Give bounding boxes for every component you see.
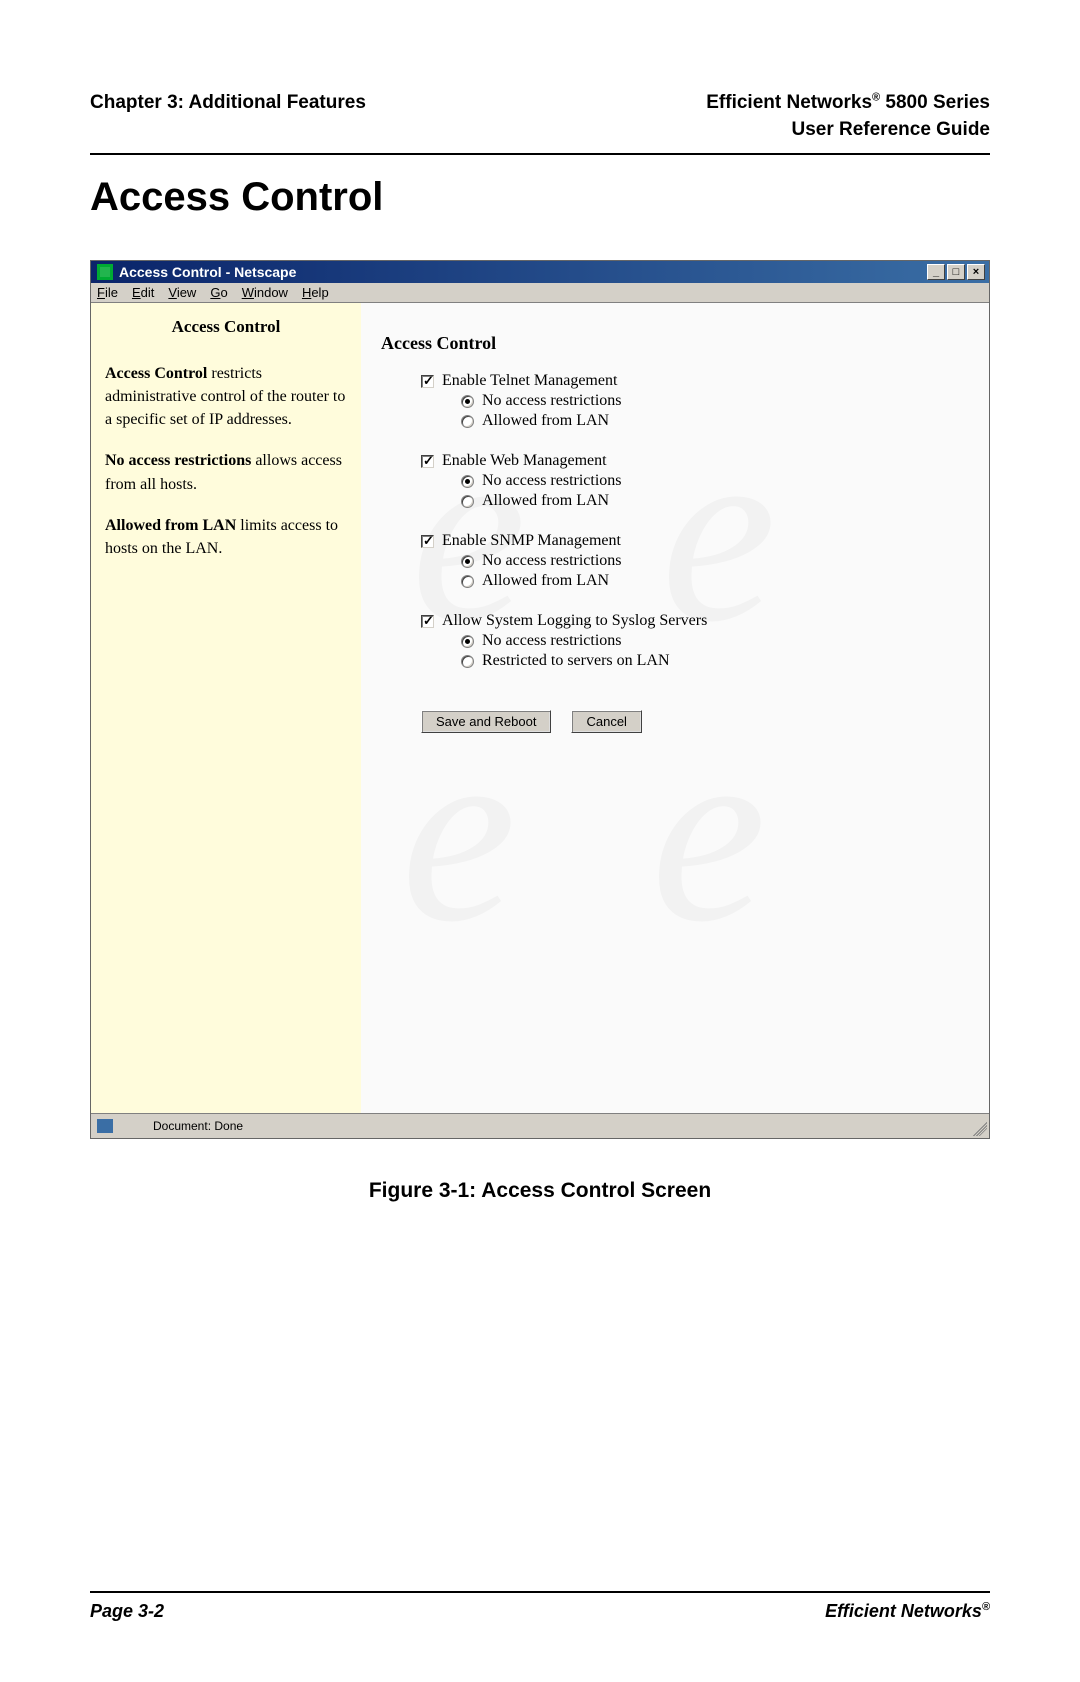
main-title: Access Control [381,333,969,354]
sidebar: Access Control Access Control restricts … [91,303,361,1113]
header-right: Efficient Networks® 5800 Series User Ref… [706,90,990,143]
page-footer: Page 3-2 Efficient Networks® [90,1591,990,1622]
radio-web-lan[interactable] [461,495,474,508]
page-header: Chapter 3: Additional Features Efficient… [90,90,990,143]
footer-brand: Efficient Networks® [825,1601,990,1622]
menubar: File Edit View Go Window Help [91,283,989,303]
header-left: Chapter 3: Additional Features [90,90,366,143]
statusbar: Document: Done [91,1113,989,1138]
resize-grip-icon[interactable] [973,1122,987,1136]
browser-window: Access Control - Netscape _ □ × File Edi… [90,260,990,1139]
content-area: e e e e e Access Control Access Control … [91,303,989,1113]
radio-telnet-noaccess-label: No access restrictions [482,392,622,410]
minimize-button[interactable]: _ [927,264,945,280]
sidebar-p1: Access Control restricts administrative … [105,362,347,432]
radio-syslog-lan[interactable] [461,655,474,668]
status-text: Document: Done [153,1119,243,1133]
menu-edit[interactable]: Edit [132,285,154,300]
footer-rule [90,1591,990,1593]
group-telnet: Enable Telnet Management No access restr… [421,372,969,430]
menu-help[interactable]: Help [302,285,329,300]
checkbox-web-label: Enable Web Management [442,452,607,470]
group-syslog: Allow System Logging to Syslog Servers N… [421,612,969,670]
sidebar-p3: Allowed from LAN limits access to hosts … [105,514,347,560]
window-title: Access Control - Netscape [119,264,296,280]
checkbox-web[interactable] [421,455,434,468]
page-title: Access Control [90,175,990,220]
sidebar-title: Access Control [105,315,347,340]
checkbox-telnet[interactable] [421,375,434,388]
radio-telnet-lan[interactable] [461,415,474,428]
figure-caption: Figure 3-1: Access Control Screen [90,1179,990,1203]
maximize-button[interactable]: □ [947,264,965,280]
radio-telnet-lan-label: Allowed from LAN [482,412,609,430]
header-rule [90,153,990,155]
save-reboot-button[interactable]: Save and Reboot [421,710,551,733]
titlebar[interactable]: Access Control - Netscape _ □ × [91,261,989,283]
radio-web-noaccess[interactable] [461,475,474,488]
radio-syslog-lan-label: Restricted to servers on LAN [482,652,670,670]
group-snmp: Enable SNMP Management No access restric… [421,532,969,590]
checkbox-syslog-label: Allow System Logging to Syslog Servers [442,612,707,630]
radio-snmp-noaccess[interactable] [461,555,474,568]
close-button[interactable]: × [967,264,985,280]
radio-web-noaccess-label: No access restrictions [482,472,622,490]
group-web: Enable Web Management No access restrict… [421,452,969,510]
menu-go[interactable]: Go [210,285,227,300]
radio-telnet-noaccess[interactable] [461,395,474,408]
status-icon [97,1119,113,1133]
sidebar-p2: No access restrictions allows access fro… [105,449,347,495]
radio-snmp-noaccess-label: No access restrictions [482,552,622,570]
radio-snmp-lan-label: Allowed from LAN [482,572,609,590]
radio-syslog-noaccess[interactable] [461,635,474,648]
footer-page: Page 3-2 [90,1601,164,1622]
checkbox-telnet-label: Enable Telnet Management [442,372,617,390]
radio-web-lan-label: Allowed from LAN [482,492,609,510]
radio-snmp-lan[interactable] [461,575,474,588]
netscape-icon [97,264,113,280]
checkbox-snmp[interactable] [421,535,434,548]
menu-window[interactable]: Window [242,285,288,300]
checkbox-snmp-label: Enable SNMP Management [442,532,621,550]
checkbox-syslog[interactable] [421,615,434,628]
menu-view[interactable]: View [168,285,196,300]
radio-syslog-noaccess-label: No access restrictions [482,632,622,650]
main-pane: Access Control Enable Telnet Management … [361,303,989,1113]
cancel-button[interactable]: Cancel [571,710,641,733]
menu-file[interactable]: File [97,285,118,300]
